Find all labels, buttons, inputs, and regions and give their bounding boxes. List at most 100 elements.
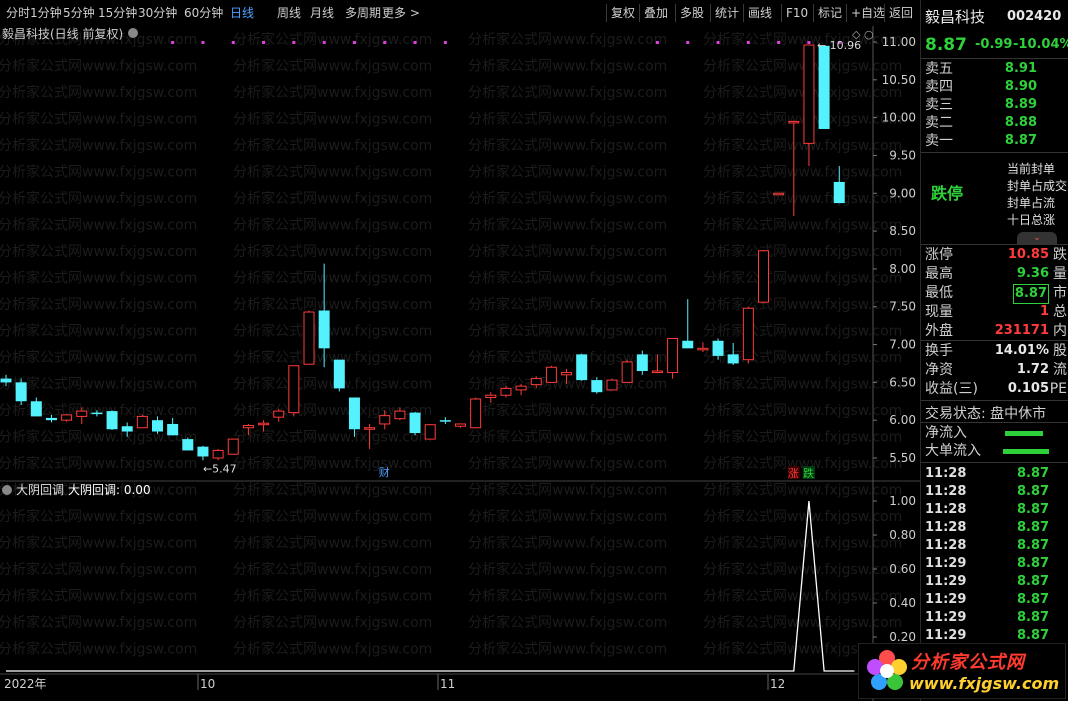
candle[interactable]: [606, 378, 618, 391]
stat-label: 换手: [925, 343, 953, 359]
period-tab-0[interactable]: 分时: [6, 0, 30, 26]
signal-marker: [686, 41, 690, 44]
event-limit-down-marker[interactable]: 跌: [803, 466, 814, 480]
signal-marker: [413, 41, 417, 44]
watermark-text: 分析家公式网www.fxjgsw.com: [468, 190, 667, 207]
tick-time: 11:28: [925, 520, 967, 535]
toolbar-divider: [846, 4, 847, 22]
candle[interactable]: [470, 397, 482, 429]
price-tick-label: 5.50: [889, 451, 916, 465]
toolbar-button-7[interactable]: +自选: [851, 0, 885, 26]
toolbar-button-2[interactable]: 多股: [680, 0, 704, 26]
stat-tail: 总: [1053, 304, 1067, 320]
period-tab-7[interactable]: 周线: [277, 0, 301, 26]
tick-time: 11:28: [925, 484, 967, 499]
candle[interactable]: [818, 45, 830, 129]
watermark-text: 分析家公式网www.fxjgsw.com: [0, 190, 197, 207]
toolbar-divider: [813, 4, 814, 22]
settings-icon[interactable]: ○: [864, 28, 874, 41]
kline-chart[interactable]: 分析家公式网www.fxjgsw.com 分析家公式网www.fxjgsw.com…: [0, 26, 920, 701]
ask-row: 卖一 8.87: [921, 132, 1067, 150]
tick-time: 11:28: [925, 466, 967, 481]
toolbar-button-8[interactable]: 返回: [889, 0, 913, 26]
candle[interactable]: [621, 359, 633, 383]
watermark-text: 分析家公式网www.fxjgsw.com: [468, 588, 667, 605]
toolbar-divider: [606, 4, 607, 22]
candle-body: [697, 347, 709, 351]
signal-marker: [443, 41, 447, 44]
watermark-text: 分析家公式网www.fxjgsw.com: [703, 58, 902, 75]
candle[interactable]: [182, 437, 194, 451]
indicator-chevron-icon[interactable]: [2, 485, 12, 495]
candle-body: [258, 422, 270, 426]
ask-label: 卖四: [925, 79, 953, 95]
price-tick-label: 6.50: [889, 375, 916, 389]
candle[interactable]: [136, 414, 148, 429]
watermark-text: 分析家公式网www.fxjgsw.com: [468, 376, 667, 393]
candle[interactable]: [758, 250, 769, 303]
period-tab-8[interactable]: 月线: [310, 0, 334, 26]
period-tab-2[interactable]: 5分钟: [63, 0, 95, 26]
candle-body: [561, 372, 573, 376]
candle[interactable]: [333, 359, 345, 392]
period-tab-6[interactable]: 日线: [230, 0, 254, 26]
watermark-text: 分析家公式网www.fxjgsw.com: [703, 402, 902, 419]
candle[interactable]: [545, 365, 557, 383]
candle-body: [833, 181, 845, 204]
period-tab-10[interactable]: 更多 >: [382, 0, 420, 26]
period-tab-4[interactable]: 30分钟: [138, 0, 177, 26]
stat-tail: 量: [1053, 266, 1067, 282]
candle[interactable]: [424, 423, 436, 440]
signal-marker: [716, 41, 720, 44]
collapse-button[interactable]: ⌄: [1017, 232, 1057, 244]
event-limit-up-marker[interactable]: 涨: [788, 467, 799, 480]
candle[interactable]: [773, 192, 785, 196]
watermark-text: 分析家公式网www.fxjgsw.com: [703, 535, 902, 552]
stat-tail: PE: [1049, 381, 1067, 397]
signal-marker: [322, 41, 326, 44]
toolbar-button-3[interactable]: 统计: [715, 0, 739, 26]
watermark-text: 分析家公式网www.fxjgsw.com: [0, 455, 197, 472]
time-axis-label: 12: [770, 677, 785, 691]
candle[interactable]: [288, 365, 300, 417]
candle-body: [591, 380, 603, 393]
ask-price: 8.88: [1004, 115, 1037, 130]
candle[interactable]: [742, 306, 754, 364]
period-tab-1[interactable]: 1分钟: [30, 0, 62, 26]
toolbar-button-6[interactable]: 标记: [818, 0, 842, 26]
toolbar-button-5[interactable]: F10: [786, 0, 808, 26]
candle-body: [470, 398, 482, 429]
period-tab-9[interactable]: 多周期: [345, 0, 381, 26]
candle-body: [530, 378, 542, 386]
watermark-text: 分析家公式网www.fxjgsw.com: [468, 402, 667, 419]
candle[interactable]: [61, 414, 73, 422]
watermark-text: 分析家公式网www.fxjgsw.com: [0, 641, 197, 658]
stock-name: 毅昌科技: [925, 8, 986, 26]
toolbar-button-0[interactable]: 复权: [611, 0, 635, 26]
candle[interactable]: [227, 438, 239, 455]
chevron-down-icon[interactable]: [128, 28, 138, 38]
watermark-text: 分析家公式网www.fxjgsw.com: [0, 243, 197, 260]
price-tick-label: 7.50: [889, 300, 916, 314]
period-tab-3[interactable]: 15分钟: [98, 0, 137, 26]
candle[interactable]: [303, 310, 315, 365]
watermark-text: 分析家公式网www.fxjgsw.com: [468, 243, 667, 260]
event-finance-marker[interactable]: 财: [379, 465, 390, 479]
candle-body: [773, 192, 785, 196]
candle[interactable]: [409, 411, 421, 436]
candle[interactable]: [576, 353, 588, 381]
watermark-text: 分析家公式网www.fxjgsw.com: [233, 190, 432, 207]
watermark-text: 分析家公式网www.fxjgsw.com: [703, 323, 902, 340]
toolbar-button-1[interactable]: 叠加: [644, 0, 668, 26]
candle[interactable]: [106, 410, 118, 431]
seal-line: 封单占成交: [1007, 179, 1068, 193]
period-tab-5[interactable]: 60分钟: [184, 0, 223, 26]
watermark-text: 分析家公式网www.fxjgsw.com: [703, 376, 902, 393]
toolbar-divider: [781, 4, 782, 22]
candle-body: [712, 340, 724, 356]
tick-price: 8.87: [1017, 466, 1050, 481]
toolbar-button-4[interactable]: 画线: [748, 0, 772, 26]
candle[interactable]: [667, 337, 679, 379]
toolbar-divider: [884, 4, 885, 22]
candle[interactable]: [15, 378, 27, 406]
